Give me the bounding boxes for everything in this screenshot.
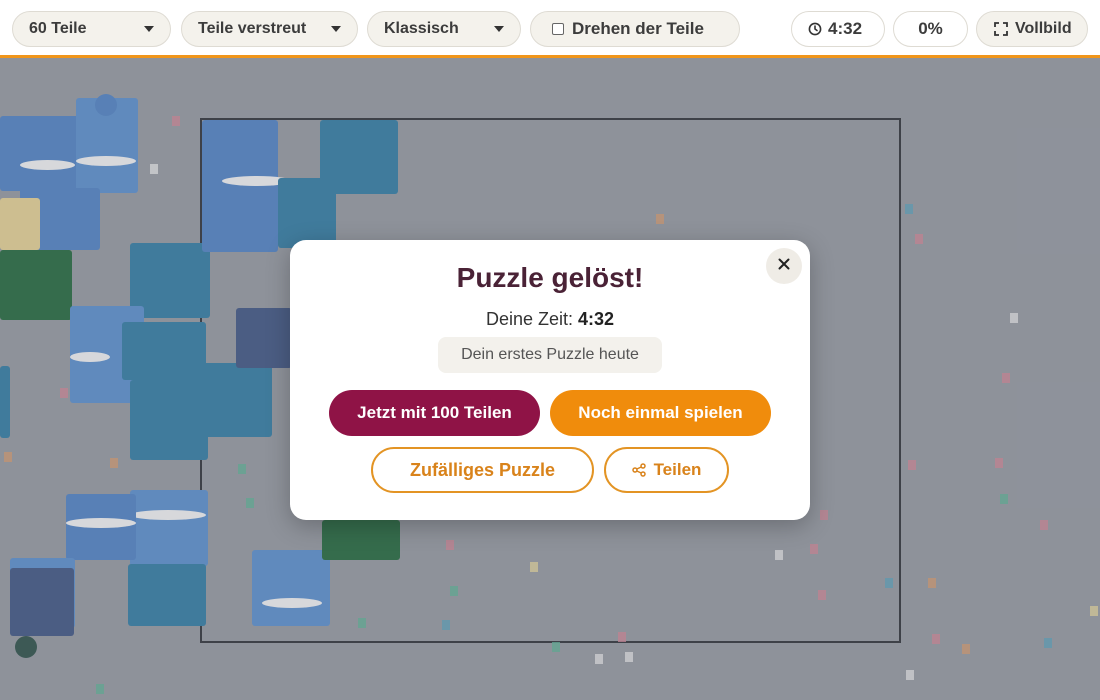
- solve-time: Deine Zeit: 4:32: [290, 309, 810, 330]
- progress-display: 0%: [893, 11, 968, 47]
- style-label: Klassisch: [384, 20, 459, 37]
- rotate-pieces-toggle[interactable]: Drehen der Teile: [530, 11, 740, 47]
- play-again-button[interactable]: Noch einmal spielen: [550, 390, 771, 436]
- fullscreen-icon: [993, 21, 1009, 37]
- solve-time-label: Deine Zeit:: [485, 309, 573, 329]
- clock-icon: [808, 22, 822, 36]
- pieces-count-select[interactable]: 60 Teile: [12, 11, 171, 47]
- style-select[interactable]: Klassisch: [367, 11, 521, 47]
- play-100-pieces-button[interactable]: Jetzt mit 100 Teilen: [329, 390, 540, 436]
- share-button[interactable]: Teilen: [604, 447, 729, 493]
- fullscreen-label: Vollbild: [1015, 20, 1072, 37]
- puzzle-solved-dialog: Puzzle gelöst! Deine Zeit: 4:32 Dein ers…: [290, 240, 810, 520]
- rotate-label: Drehen der Teile: [572, 19, 704, 38]
- share-label: Teilen: [653, 460, 702, 479]
- progress-value: 0%: [918, 19, 943, 38]
- fullscreen-button[interactable]: Vollbild: [976, 11, 1088, 47]
- chevron-down-icon: [144, 26, 154, 32]
- daily-note-badge: Dein erstes Puzzle heute: [438, 337, 662, 373]
- dialog-title: Puzzle gelöst!: [456, 262, 644, 293]
- solve-time-value: 4:32: [578, 309, 615, 329]
- share-icon: [631, 463, 646, 477]
- timer-display: 4:32: [791, 11, 885, 47]
- layout-label: Teile verstreut: [198, 20, 307, 37]
- layout-select[interactable]: Teile verstreut: [181, 11, 358, 47]
- random-puzzle-button[interactable]: Zufälliges Puzzle: [371, 447, 594, 493]
- toolbar: 60 Teile Teile verstreut Klassisch Drehe…: [0, 0, 1100, 58]
- chevron-down-icon: [494, 26, 504, 32]
- chevron-down-icon: [331, 26, 341, 32]
- rotate-checkbox[interactable]: [552, 23, 564, 35]
- pieces-count-label: 60 Teile: [29, 20, 87, 37]
- timer-value: 4:32: [828, 19, 863, 38]
